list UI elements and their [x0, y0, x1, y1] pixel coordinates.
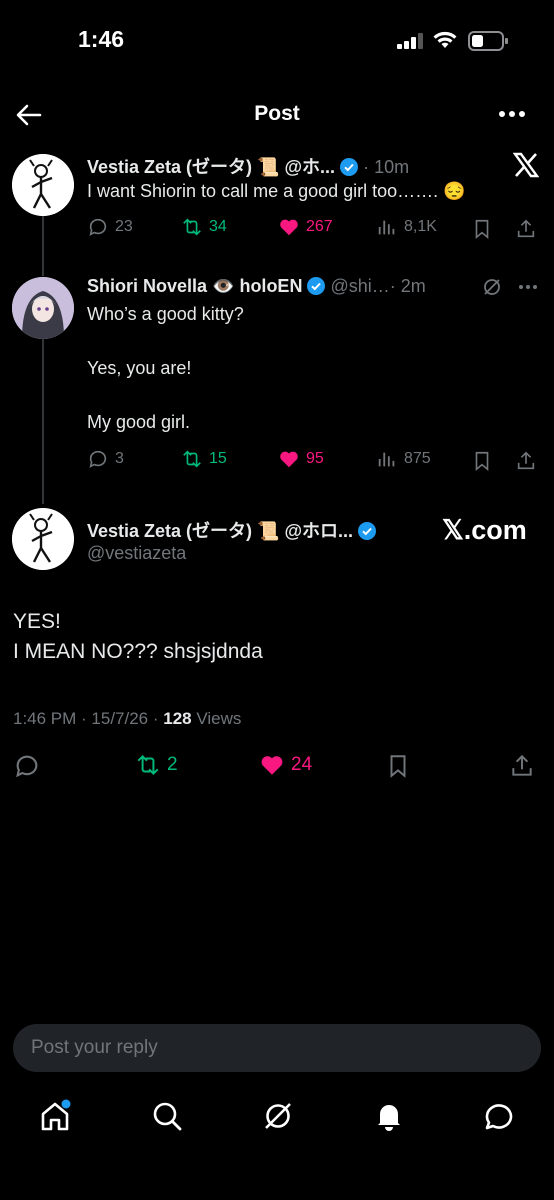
post-text: Who’s a good kitty? Yes, you are! My goo… — [87, 304, 244, 432]
retweet-count: 15 — [209, 450, 227, 467]
views-icon — [378, 220, 395, 235]
reply-button[interactable]: 23 — [87, 216, 133, 238]
search-icon[interactable] — [150, 1099, 184, 1133]
author-name[interactable]: Vestia Zeta (ゼータ) 📜 — [87, 157, 279, 177]
verified-badge-icon — [307, 277, 326, 295]
tweet2-header: Shiori Novella 👁️ holoEN @shi…· 2m — [87, 276, 507, 297]
vestia-avatar-icon — [12, 154, 74, 216]
heart-icon — [261, 756, 283, 775]
x-com-watermark: 𝕏.com — [442, 515, 527, 545]
retweet-icon — [137, 754, 159, 776]
retweet-button[interactable]: 34 — [181, 216, 227, 238]
heart-icon — [280, 219, 298, 236]
heart-icon — [280, 451, 298, 468]
wifi-icon — [433, 31, 457, 48]
home-icon[interactable] — [38, 1099, 72, 1133]
author-handle[interactable]: @ホ... — [284, 157, 335, 177]
retweet-button[interactable]: 15 — [181, 448, 227, 470]
post-meta: 1:46 PM · 15/7/26 · 128 Views — [13, 709, 241, 729]
like-count: 24 — [291, 754, 313, 775]
views-icon — [378, 452, 395, 467]
like-count: 267 — [306, 218, 333, 235]
share-icon[interactable] — [515, 450, 537, 472]
thread-line — [42, 336, 44, 504]
views-count: 8,1K — [404, 218, 437, 235]
reply-icon — [89, 450, 107, 468]
messages-icon[interactable] — [482, 1099, 516, 1133]
avatar[interactable] — [12, 277, 74, 339]
x-logo-icon — [513, 152, 539, 178]
post-text: YES! I MEAN NO??? shsjsjdnda — [13, 610, 263, 663]
post-age: · 10m — [363, 157, 410, 177]
reply-placeholder: Post your reply — [31, 1037, 158, 1058]
tweet1-actions: 23 34 267 8,1K — [87, 216, 542, 242]
bookmark-icon[interactable] — [471, 218, 493, 240]
views-button[interactable]: 875 — [376, 448, 431, 470]
post-age: · 2m — [389, 276, 426, 296]
like-button[interactable]: 267 — [278, 216, 333, 238]
views-label: Views — [191, 709, 242, 728]
thread-line — [42, 216, 44, 276]
verified-badge-icon — [340, 158, 359, 176]
page-title: Post — [254, 102, 300, 125]
views-count: 875 — [404, 450, 431, 467]
author-name[interactable]: Vestia Zeta (ゼータ) 📜 @ホロ... — [87, 521, 353, 541]
battery-icon — [468, 31, 508, 51]
author-name[interactable]: Shiori Novella 👁️ holoEN — [87, 276, 302, 296]
like-button[interactable]: 24 — [259, 752, 312, 778]
more-options-icon[interactable] — [498, 110, 526, 118]
retweet-count: 2 — [167, 754, 178, 775]
retweet-icon — [183, 450, 201, 468]
shiori-avatar-icon — [12, 277, 74, 339]
bookmark-icon[interactable] — [385, 753, 411, 779]
vestia-avatar-icon — [12, 508, 74, 570]
views-button[interactable]: 8,1K — [376, 216, 437, 238]
tweet2-actions: 3 15 95 875 — [87, 448, 542, 474]
reply-icon[interactable] — [13, 752, 41, 780]
post-text: I want Shiorin to call me a good girl to… — [87, 181, 466, 201]
retweet-count: 34 — [209, 218, 227, 235]
post-timestamp[interactable]: 1:46 PM · 15/7/26 · — [13, 709, 163, 728]
reply-button[interactable]: 3 — [87, 448, 124, 470]
avatar[interactable] — [12, 508, 74, 570]
main-tweet-header: Vestia Zeta (ゼータ) 📜 @ホロ... — [87, 517, 427, 543]
notifications-bell-icon[interactable] — [372, 1099, 406, 1133]
like-button[interactable]: 95 — [278, 448, 324, 470]
grok-icon[interactable] — [482, 277, 502, 297]
retweet-icon — [183, 218, 201, 236]
reply-icon — [89, 218, 107, 236]
views-count: 128 — [163, 709, 192, 728]
grok-icon[interactable] — [261, 1099, 295, 1133]
share-icon[interactable] — [515, 218, 537, 240]
status-time: 1:46 — [78, 26, 125, 52]
like-count: 95 — [306, 450, 324, 467]
cellular-signal-icon — [397, 33, 423, 49]
more-options-icon[interactable] — [518, 284, 538, 290]
main-tweet-actions: 2 24 — [13, 752, 541, 782]
author-handle[interactable]: @shi… — [330, 276, 389, 296]
share-icon[interactable] — [509, 753, 535, 779]
author-username[interactable]: @vestiazeta — [87, 543, 186, 564]
avatar[interactable] — [12, 154, 74, 216]
reply-count: 23 — [115, 218, 133, 235]
retweet-button[interactable]: 2 — [135, 752, 178, 778]
bookmark-icon[interactable] — [471, 450, 493, 472]
verified-badge-icon — [358, 522, 377, 540]
reply-count: 3 — [115, 450, 124, 467]
tweet1-header: Vestia Zeta (ゼータ) 📜 @ホ... · 10m — [87, 153, 507, 179]
